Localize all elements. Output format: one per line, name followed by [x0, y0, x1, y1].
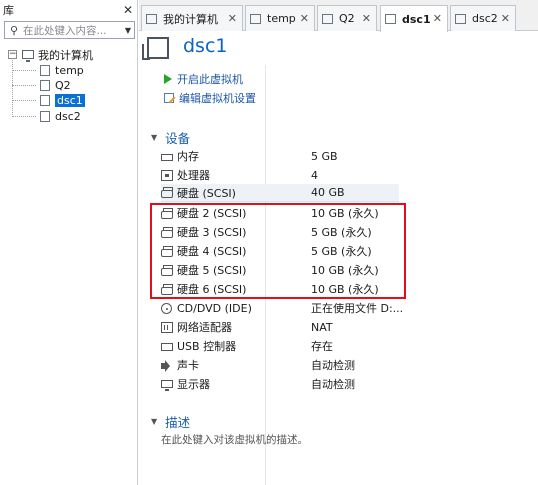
network-adapter-icon — [161, 321, 173, 333]
tab-temp[interactable]: temp ✕ — [245, 5, 315, 31]
tree-item-label: Q2 — [55, 79, 71, 92]
page-title: dsc1 — [183, 35, 228, 57]
device-value: 自动检测 — [311, 359, 355, 372]
chevron-down-icon[interactable]: ▼ — [122, 26, 134, 35]
device-value: 自动检测 — [311, 378, 355, 391]
edit-settings-label: 编辑虚拟机设置 — [179, 92, 256, 105]
tree-item-vm[interactable]: Q2 — [40, 78, 71, 93]
cd-dvd-icon — [161, 302, 172, 314]
sound-card-icon — [161, 360, 173, 372]
device-value: NAT — [311, 320, 333, 334]
devices-section-header[interactable]: ▼ 设备 — [151, 128, 190, 147]
tab-label: dsc2 — [472, 12, 498, 25]
search-icon: ⚲ — [9, 23, 19, 37]
device-name: USB 控制器 — [177, 340, 237, 353]
device-row-usb-controller[interactable]: USB 控制器 存在 — [161, 337, 399, 355]
tab-my-computer[interactable]: 我的计算机 ✕ — [141, 5, 243, 31]
tree-item-label: temp — [55, 64, 84, 77]
virtual-machine-icon — [142, 37, 169, 60]
memory-icon — [161, 153, 173, 161]
close-icon[interactable]: ✕ — [501, 12, 510, 25]
library-title: 库 — [3, 3, 14, 17]
tab-bar: 我的计算机 ✕ temp ✕ Q2 ✕ dsc1 ✕ dsc2 ✕ — [139, 0, 538, 32]
device-row-cd-dvd[interactable]: CD/DVD (IDE) 正在使用文件 D:... — [161, 299, 403, 317]
section-title: 描述 — [165, 415, 191, 430]
power-on-label: 开启此虚拟机 — [177, 73, 243, 86]
tab-label: Q2 — [339, 12, 355, 25]
edit-settings-link[interactable]: 编辑虚拟机设置 — [164, 90, 256, 106]
close-icon[interactable]: ✕ — [433, 12, 442, 25]
collapse-arrow-icon: ▼ — [151, 417, 158, 426]
search-placeholder: 在此处键入内容... — [23, 24, 107, 37]
computer-icon — [146, 13, 157, 24]
tree-item-vm-selected[interactable]: dsc1 — [40, 93, 85, 108]
device-name: 声卡 — [177, 359, 199, 372]
library-header: 库 ✕ — [0, 0, 137, 19]
section-title: 设备 — [165, 131, 191, 146]
tree-item-label: 我的计算机 — [38, 48, 93, 62]
device-name: 内存 — [177, 150, 199, 163]
virtual-machine-icon — [322, 13, 333, 24]
device-value: 存在 — [311, 340, 333, 353]
virtual-machine-icon — [455, 13, 466, 24]
device-row-hard-disk[interactable]: 硬盘 (SCSI) 40 GB — [161, 184, 399, 202]
device-name: 网络适配器 — [177, 321, 232, 334]
close-icon[interactable]: ✕ — [228, 12, 237, 25]
processor-icon — [161, 169, 173, 181]
collapse-toggle-icon[interactable]: − — [8, 50, 17, 59]
library-search-input[interactable]: ⚲ 在此处键入内容... ▼ — [4, 21, 135, 39]
power-on-link[interactable]: 开启此虚拟机 — [164, 71, 243, 87]
tree-guide-line — [12, 70, 36, 71]
tree-item-label: dsc1 — [55, 94, 85, 107]
virtual-machine-icon — [40, 95, 50, 106]
edit-icon — [164, 93, 174, 103]
close-icon[interactable]: ✕ — [300, 12, 309, 25]
device-row-network-adapter[interactable]: 网络适配器 NAT — [161, 318, 399, 336]
tab-dsc2[interactable]: dsc2 ✕ — [450, 5, 516, 31]
virtual-machine-icon — [385, 14, 396, 24]
tree-item-my-computer[interactable]: 我的计算机 — [22, 47, 93, 62]
tree-guide-line — [12, 116, 36, 117]
device-row-sound-card[interactable]: 声卡 自动检测 — [161, 356, 399, 374]
device-value: 正在使用文件 D:... — [311, 302, 404, 315]
highlight-box — [150, 203, 406, 299]
device-name: 硬盘 (SCSI) — [177, 186, 236, 200]
description-input[interactable]: 在此处键入对该虚拟机的描述。 — [161, 432, 308, 447]
virtual-machine-icon — [40, 80, 50, 91]
device-row-processor[interactable]: 处理器 4 — [161, 166, 399, 184]
vm-summary-panel: dsc1 开启此虚拟机 编辑虚拟机设置 ▼ 设备 内存 5 GB 处理器 4 硬… — [139, 32, 538, 485]
close-icon[interactable]: ✕ — [123, 4, 133, 16]
tab-label: dsc1 — [402, 12, 431, 26]
device-name: 处理器 — [177, 169, 210, 182]
virtual-machine-icon — [250, 13, 261, 24]
tree-item-vm[interactable]: dsc2 — [40, 109, 81, 124]
tab-label: 我的计算机 — [163, 12, 218, 26]
tree-item-vm[interactable]: temp — [40, 63, 84, 78]
tree-guide-line — [12, 60, 13, 117]
play-icon — [164, 74, 172, 84]
tree-guide-line — [12, 100, 36, 101]
collapse-arrow-icon: ▼ — [151, 133, 158, 142]
device-row-display[interactable]: 显示器 自动检测 — [161, 375, 399, 393]
hard-disk-icon — [161, 187, 173, 198]
close-icon[interactable]: ✕ — [362, 12, 371, 25]
usb-icon — [161, 343, 173, 351]
tab-dsc1[interactable]: dsc1 ✕ — [380, 5, 448, 32]
virtual-machine-icon — [40, 65, 50, 76]
computer-icon — [22, 50, 34, 62]
device-name: CD/DVD (IDE) — [177, 301, 252, 315]
device-value: 5 GB — [311, 149, 338, 163]
display-icon — [161, 380, 173, 391]
device-value: 4 — [311, 168, 318, 182]
tree-guide-line — [12, 85, 36, 86]
tab-label: temp — [267, 12, 296, 25]
device-value: 40 GB — [311, 186, 345, 199]
tab-q2[interactable]: Q2 ✕ — [317, 5, 377, 31]
device-name: 显示器 — [177, 378, 210, 391]
library-panel: 库 ✕ ⚲ 在此处键入内容... ▼ − 我的计算机 temp Q2 dsc1 … — [0, 0, 138, 485]
device-row-memory[interactable]: 内存 5 GB — [161, 147, 399, 165]
tree-item-label: dsc2 — [55, 110, 81, 123]
description-section-header[interactable]: ▼ 描述 — [151, 412, 190, 431]
virtual-machine-icon — [40, 111, 50, 122]
